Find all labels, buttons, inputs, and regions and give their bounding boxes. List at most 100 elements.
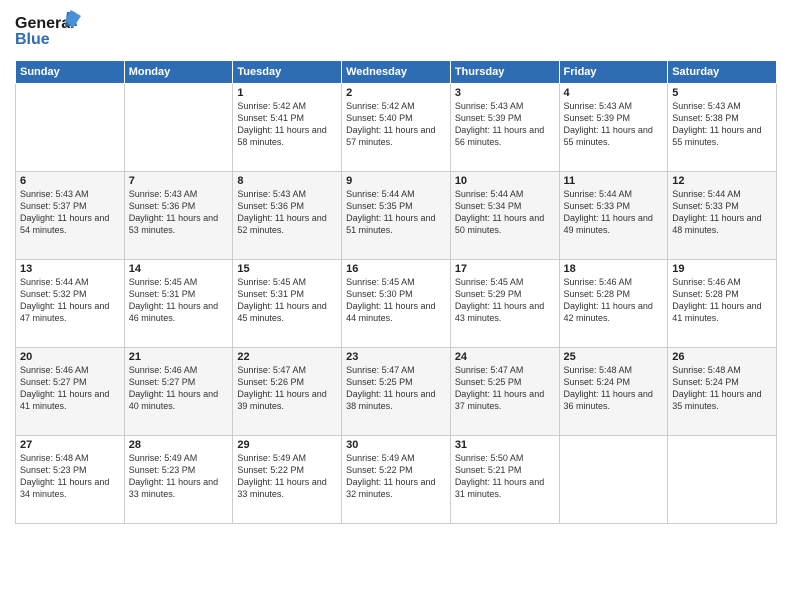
cell-info: Sunrise: 5:43 AM Sunset: 5:38 PM Dayligh… — [672, 100, 772, 149]
calendar-cell: 6Sunrise: 5:43 AM Sunset: 5:37 PM Daylig… — [16, 172, 125, 260]
calendar-cell: 10Sunrise: 5:44 AM Sunset: 5:34 PM Dayli… — [450, 172, 559, 260]
cell-info: Sunrise: 5:42 AM Sunset: 5:41 PM Dayligh… — [237, 100, 337, 149]
cell-info: Sunrise: 5:49 AM Sunset: 5:23 PM Dayligh… — [129, 452, 229, 501]
calendar-table: SundayMondayTuesdayWednesdayThursdayFrid… — [15, 60, 777, 524]
cell-info: Sunrise: 5:50 AM Sunset: 5:21 PM Dayligh… — [455, 452, 555, 501]
calendar-cell: 12Sunrise: 5:44 AM Sunset: 5:33 PM Dayli… — [668, 172, 777, 260]
cell-info: Sunrise: 5:46 AM Sunset: 5:28 PM Dayligh… — [672, 276, 772, 325]
cell-info: Sunrise: 5:48 AM Sunset: 5:24 PM Dayligh… — [564, 364, 664, 413]
calendar-cell: 21Sunrise: 5:46 AM Sunset: 5:27 PM Dayli… — [124, 348, 233, 436]
day-number: 6 — [20, 175, 120, 187]
calendar-cell: 8Sunrise: 5:43 AM Sunset: 5:36 PM Daylig… — [233, 172, 342, 260]
header: General Blue — [15, 10, 777, 52]
calendar-week-4: 20 Sunrise: 5:46 AM Sunset: 5:27 PM Dayli… — [16, 348, 777, 436]
cell-info: Sunrise: 5:44 AM Sunset: 5:33 PM Dayligh… — [564, 188, 664, 237]
cell-info: Sunrise: 5:43 AM Sunset: 5:36 PM Dayligh… — [129, 188, 229, 237]
calendar-header-monday: Monday — [124, 61, 233, 84]
day-number: 15 — [237, 263, 337, 275]
calendar-header-tuesday: Tuesday — [233, 61, 342, 84]
calendar-cell: 7Sunrise: 5:43 AM Sunset: 5:36 PM Daylig… — [124, 172, 233, 260]
cell-info: Sunrise: 5:45 AM Sunset: 5:31 PM Dayligh… — [129, 276, 229, 325]
calendar-cell: 14Sunrise: 5:45 AM Sunset: 5:31 PM Dayli… — [124, 260, 233, 348]
day-number: 10 — [455, 175, 555, 187]
cell-info: Sunrise: 5:42 AM Sunset: 5:40 PM Dayligh… — [346, 100, 446, 149]
calendar-cell: 29Sunrise: 5:49 AM Sunset: 5:22 PM Dayli… — [233, 436, 342, 524]
day-number: 20 — [20, 351, 120, 363]
day-number: 3 — [455, 87, 555, 99]
day-number: 27 — [20, 439, 120, 451]
calendar-cell: 30Sunrise: 5:49 AM Sunset: 5:22 PM Dayli… — [342, 436, 451, 524]
calendar-cell — [559, 436, 668, 524]
calendar-header-friday: Friday — [559, 61, 668, 84]
calendar-cell: 18Sunrise: 5:46 AM Sunset: 5:28 PM Dayli… — [559, 260, 668, 348]
calendar-header-sunday: Sunday — [16, 61, 125, 84]
calendar-cell: 9Sunrise: 5:44 AM Sunset: 5:35 PM Daylig… — [342, 172, 451, 260]
calendar-week-5: 27Sunrise: 5:48 AM Sunset: 5:23 PM Dayli… — [16, 436, 777, 524]
day-number: 21 — [129, 351, 229, 363]
calendar-cell: 19Sunrise: 5:46 AM Sunset: 5:28 PM Dayli… — [668, 260, 777, 348]
calendar-week-2: 6Sunrise: 5:43 AM Sunset: 5:37 PM Daylig… — [16, 172, 777, 260]
calendar-week-1: 1Sunrise: 5:42 AM Sunset: 5:41 PM Daylig… — [16, 84, 777, 172]
cell-info: Sunrise: 5:47 AM Sunset: 5:26 PM Dayligh… — [237, 364, 337, 413]
day-number: 23 — [346, 351, 446, 363]
calendar-cell: 26Sunrise: 5:48 AM Sunset: 5:24 PM Dayli… — [668, 348, 777, 436]
calendar-cell: 16Sunrise: 5:45 AM Sunset: 5:30 PM Dayli… — [342, 260, 451, 348]
cell-info: Sunrise: 5:47 AM Sunset: 5:25 PM Dayligh… — [346, 364, 446, 413]
day-number: 19 — [672, 263, 772, 275]
calendar-cell: 31Sunrise: 5:50 AM Sunset: 5:21 PM Dayli… — [450, 436, 559, 524]
calendar-cell: 17Sunrise: 5:45 AM Sunset: 5:29 PM Dayli… — [450, 260, 559, 348]
cell-info: Sunrise: 5:45 AM Sunset: 5:31 PM Dayligh… — [237, 276, 337, 325]
cell-info: Sunrise: 5:43 AM Sunset: 5:36 PM Dayligh… — [237, 188, 337, 237]
calendar-cell: 15Sunrise: 5:45 AM Sunset: 5:31 PM Dayli… — [233, 260, 342, 348]
calendar-cell: 28Sunrise: 5:49 AM Sunset: 5:23 PM Dayli… — [124, 436, 233, 524]
day-number: 4 — [564, 87, 664, 99]
day-number: 28 — [129, 439, 229, 451]
logo: General Blue — [15, 10, 85, 52]
day-number: 26 — [672, 351, 772, 363]
day-number: 5 — [672, 87, 772, 99]
cell-info: Sunrise: 5:44 AM Sunset: 5:35 PM Dayligh… — [346, 188, 446, 237]
calendar-cell: 24Sunrise: 5:47 AM Sunset: 5:25 PM Dayli… — [450, 348, 559, 436]
day-number: 29 — [237, 439, 337, 451]
calendar-cell: 27Sunrise: 5:48 AM Sunset: 5:23 PM Dayli… — [16, 436, 125, 524]
calendar-cell: 3Sunrise: 5:43 AM Sunset: 5:39 PM Daylig… — [450, 84, 559, 172]
cell-info: Sunrise: 5:49 AM Sunset: 5:22 PM Dayligh… — [346, 452, 446, 501]
day-number: 24 — [455, 351, 555, 363]
calendar-cell: 1Sunrise: 5:42 AM Sunset: 5:41 PM Daylig… — [233, 84, 342, 172]
calendar-cell: 13Sunrise: 5:44 AM Sunset: 5:32 PM Dayli… — [16, 260, 125, 348]
calendar-cell — [16, 84, 125, 172]
calendar-cell: 22Sunrise: 5:47 AM Sunset: 5:26 PM Dayli… — [233, 348, 342, 436]
calendar-cell: 4Sunrise: 5:43 AM Sunset: 5:39 PM Daylig… — [559, 84, 668, 172]
cell-info: Sunrise: 5:48 AM Sunset: 5:23 PM Dayligh… — [20, 452, 120, 501]
cell-info: Sunrise: 5:43 AM Sunset: 5:37 PM Dayligh… — [20, 188, 120, 237]
svg-text:Blue: Blue — [15, 31, 50, 48]
day-number: 22 — [237, 351, 337, 363]
cell-info: Sunrise: 5:44 AM Sunset: 5:33 PM Dayligh… — [672, 188, 772, 237]
calendar-cell: 20Sunrise: 5:46 AM Sunset: 5:27 PM Dayli… — [16, 348, 125, 436]
calendar-cell: 25Sunrise: 5:48 AM Sunset: 5:24 PM Dayli… — [559, 348, 668, 436]
day-number: 7 — [129, 175, 229, 187]
day-number: 11 — [564, 175, 664, 187]
day-number: 17 — [455, 263, 555, 275]
calendar-cell: 2Sunrise: 5:42 AM Sunset: 5:40 PM Daylig… — [342, 84, 451, 172]
day-number: 1 — [237, 87, 337, 99]
cell-info: Sunrise: 5:44 AM Sunset: 5:34 PM Dayligh… — [455, 188, 555, 237]
cell-info: Sunrise: 5:48 AM Sunset: 5:24 PM Dayligh… — [672, 364, 772, 413]
day-number: 2 — [346, 87, 446, 99]
logo-svg: General Blue — [15, 10, 85, 52]
day-number: 12 — [672, 175, 772, 187]
cell-info: Sunrise: 5:45 AM Sunset: 5:30 PM Dayligh… — [346, 276, 446, 325]
calendar-week-3: 13Sunrise: 5:44 AM Sunset: 5:32 PM Dayli… — [16, 260, 777, 348]
cell-info: Sunrise: 5:49 AM Sunset: 5:22 PM Dayligh… — [237, 452, 337, 501]
day-number: 30 — [346, 439, 446, 451]
cell-info: Sunrise: 5:43 AM Sunset: 5:39 PM Dayligh… — [455, 100, 555, 149]
cell-info: Sunrise: 5:46 AM Sunset: 5:27 PM Dayligh… — [129, 364, 229, 413]
cell-info: Sunrise: 5:46 AM Sunset: 5:28 PM Dayligh… — [564, 276, 664, 325]
page: General Blue SundayMondayTuesdayWednesda… — [0, 0, 792, 612]
cell-info: Sunrise: 5:43 AM Sunset: 5:39 PM Dayligh… — [564, 100, 664, 149]
calendar-cell: 5Sunrise: 5:43 AM Sunset: 5:38 PM Daylig… — [668, 84, 777, 172]
calendar-cell: 11Sunrise: 5:44 AM Sunset: 5:33 PM Dayli… — [559, 172, 668, 260]
calendar-header-thursday: Thursday — [450, 61, 559, 84]
day-number: 13 — [20, 263, 120, 275]
calendar-header-saturday: Saturday — [668, 61, 777, 84]
